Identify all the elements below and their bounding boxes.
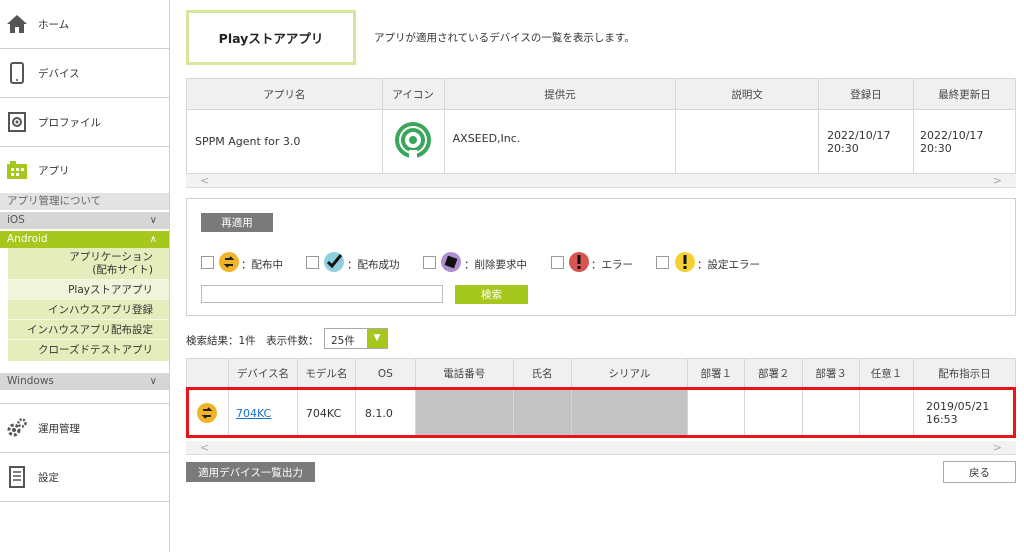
section-windows-label: Windows — [7, 375, 54, 387]
setting-error-icon — [675, 252, 695, 272]
result-count: 検索結果：1件 表示件数： — [186, 335, 319, 347]
status-label-success: ：配布成功 — [347, 259, 400, 271]
status-checkbox-error[interactable] — [551, 256, 564, 269]
col-device-name: デバイス名 — [227, 358, 298, 389]
search-button[interactable]: 検索 — [455, 285, 528, 304]
col-date: 配布指示日 — [912, 358, 1017, 389]
col-name: 氏名 — [512, 358, 572, 389]
col-dept3: 部署３ — [802, 358, 861, 389]
nav-operations-label: 運用管理 — [38, 422, 80, 435]
horizontal-scrollbar[interactable]: < > — [186, 441, 1016, 455]
status-checkbox-delete-request[interactable] — [423, 256, 436, 269]
horizontal-scrollbar[interactable]: < > — [186, 174, 1016, 188]
col-serial: シリアル — [570, 358, 689, 389]
scroll-right-icon[interactable]: > — [993, 441, 1002, 454]
scroll-right-icon[interactable]: > — [993, 174, 1002, 187]
status-label-error: ：エラー — [591, 259, 633, 271]
page-title: Playストアアプリ — [186, 10, 356, 65]
delete-request-icon — [441, 252, 461, 272]
nav-app[interactable]: アプリ — [0, 147, 169, 193]
nav-device-label: デバイス — [38, 67, 80, 80]
section-ios-label: iOS — [7, 214, 25, 226]
sub-closed-test[interactable]: クローズドテストアプリ — [8, 340, 169, 361]
nav-home-label: ホーム — [38, 18, 70, 31]
status-label-setting-error: ：設定エラー — [697, 259, 760, 271]
col-updated: 最終更新日 — [913, 78, 1016, 110]
chevron-down-icon: ∨ — [149, 376, 157, 387]
export-devices-button[interactable]: 適用デバイス一覧出力 — [186, 462, 315, 482]
chevron-up-icon: ∧ — [149, 234, 157, 245]
col-registered: 登録日 — [818, 78, 915, 110]
sub-play-store-app[interactable]: Playストアアプリ — [8, 280, 169, 300]
section-android-label: Android — [7, 233, 48, 245]
sub-inhouse-register[interactable]: インハウスアプリ登録 — [8, 300, 169, 320]
settings-doc-icon — [6, 466, 28, 488]
app-provider: AXSEED,Inc. — [443, 109, 677, 174]
col-status — [186, 358, 229, 389]
back-button[interactable]: 戻る — [943, 461, 1016, 483]
app-updated-time: 20:30 — [920, 141, 952, 155]
dropdown-arrow-icon: ▼ — [367, 329, 387, 348]
col-phone: 電話番号 — [414, 358, 514, 389]
page-size-select[interactable]: 25件 ▼ — [324, 328, 388, 349]
nav-settings[interactable]: 設定 — [0, 453, 169, 502]
chevron-down-icon: ∨ — [149, 215, 157, 226]
col-free1: 任意１ — [859, 358, 914, 389]
status-label-distributing: ：配布中 — [241, 259, 283, 271]
gears-icon — [6, 417, 28, 439]
nav-home[interactable]: ホーム — [0, 0, 169, 49]
profile-icon — [6, 111, 28, 133]
scroll-left-icon[interactable]: < — [200, 174, 209, 187]
nav-app-label: アプリ — [38, 164, 70, 177]
sidebar: ホーム デバイス プロファイル アプリ アプリ管理について iOS ∨ Andr… — [0, 0, 170, 552]
device-icon — [6, 62, 28, 84]
col-description: 説明文 — [675, 78, 820, 110]
nav-operations[interactable]: 運用管理 — [0, 404, 169, 453]
app-name: SPPM Agent for 3.0 — [186, 109, 383, 174]
col-provider: 提供元 — [443, 78, 677, 110]
status-checkbox-success[interactable] — [306, 256, 319, 269]
sub-inhouse-settings[interactable]: インハウスアプリ配布設定 — [8, 320, 169, 340]
section-android[interactable]: Android ∧ — [0, 231, 169, 248]
reapply-button[interactable]: 再適用 — [201, 213, 273, 232]
status-checkbox-setting-error[interactable] — [656, 256, 669, 269]
error-icon — [569, 252, 589, 272]
app-logo-icon — [395, 122, 432, 161]
app-registered-time: 20:30 — [827, 141, 859, 155]
status-label-delete-request: ：削除要求中 — [464, 259, 527, 271]
nav-settings-label: 設定 — [38, 471, 59, 484]
status-checkbox-distributing[interactable] — [201, 256, 214, 269]
sub-app-distribution[interactable]: アプリケーション (配布サイト) — [8, 248, 169, 280]
section-ios[interactable]: iOS ∨ — [0, 212, 169, 229]
col-dept2: 部署２ — [744, 358, 804, 389]
section-about[interactable]: アプリ管理について — [0, 193, 169, 210]
app-table: アプリ名 アイコン 提供元 説明文 登録日 最終更新日 SPPM Agent f… — [186, 78, 1016, 174]
app-registered-date: 2022/10/17 — [827, 128, 891, 142]
home-icon — [6, 13, 28, 35]
check-icon — [324, 252, 344, 272]
scroll-left-icon[interactable]: < — [200, 441, 209, 454]
search-input[interactable] — [201, 285, 443, 303]
app-icon — [6, 159, 28, 181]
app-updated-date: 2022/10/17 — [920, 128, 984, 142]
col-os: OS — [354, 358, 416, 389]
android-submenu: アプリケーション (配布サイト) Playストアアプリ インハウスアプリ登録 イ… — [8, 248, 169, 361]
col-icon: アイコン — [381, 78, 445, 110]
nav-device[interactable]: デバイス — [0, 49, 169, 98]
col-dept1: 部署１ — [687, 358, 746, 389]
nav-profile[interactable]: プロファイル — [0, 98, 169, 147]
col-model: モデル名 — [296, 358, 356, 389]
nav-profile-label: プロファイル — [38, 116, 101, 129]
page-description: アプリが適用されているデバイスの一覧を表示します。 — [374, 32, 635, 44]
page-size-value: 25件 — [331, 335, 355, 347]
distributing-icon — [219, 252, 239, 272]
col-app-name: アプリ名 — [186, 78, 383, 110]
table-row: SPPM Agent for 3.0 AXSEED,Inc. 2022/10/1… — [186, 109, 1016, 174]
app-description — [675, 109, 820, 174]
filter-panel: 再適用 ：配布中 ：配布成功 ：削除要求中 ：エラー ：設定エラー 検索 — [186, 198, 1016, 316]
highlight-box — [186, 387, 1016, 438]
section-windows[interactable]: Windows ∨ — [0, 373, 169, 390]
